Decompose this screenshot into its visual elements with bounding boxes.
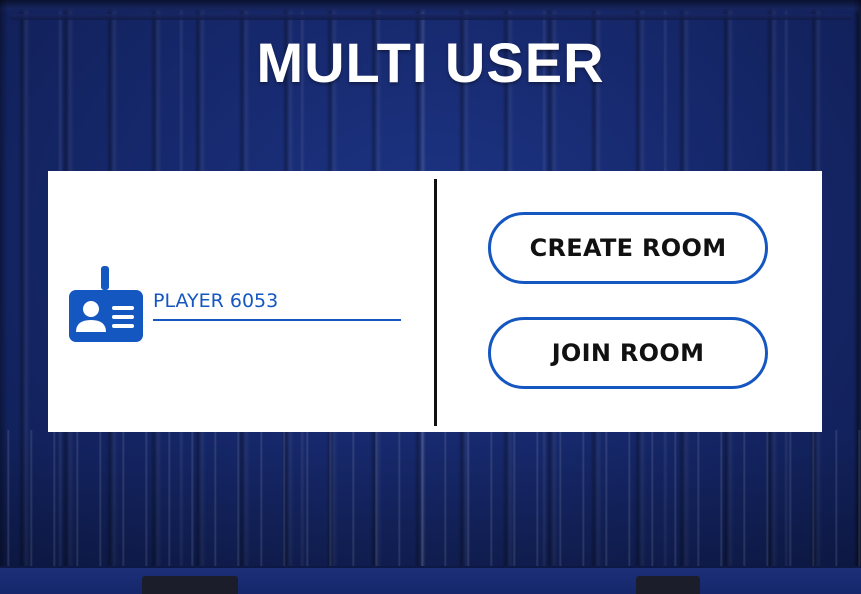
container-bottom-rail	[0, 566, 861, 594]
player-name-text: PLAYER 6053	[153, 290, 279, 312]
container-latch-left	[142, 576, 238, 594]
container-grime-texture	[0, 430, 861, 580]
container-top-frame	[0, 0, 861, 14]
id-badge-icon	[69, 266, 143, 342]
create-room-label: CREATE ROOM	[529, 234, 727, 262]
create-room-button[interactable]: CREATE ROOM	[488, 212, 768, 284]
page-title: MULTI USER	[256, 31, 605, 94]
container-latch-right	[636, 576, 700, 594]
join-room-button[interactable]: JOIN ROOM	[488, 317, 768, 389]
lobby-panel: PLAYER 6053 CREATE ROOM JOIN ROOM	[48, 171, 822, 432]
player-name-field[interactable]: PLAYER 6053	[153, 289, 401, 321]
container-top-bar	[10, 14, 851, 20]
panel-divider	[434, 179, 437, 426]
multi-user-screen: MULTI USER PLAYER 6053 CREATE ROOM JOIN …	[0, 0, 861, 594]
join-room-label: JOIN ROOM	[551, 339, 705, 367]
